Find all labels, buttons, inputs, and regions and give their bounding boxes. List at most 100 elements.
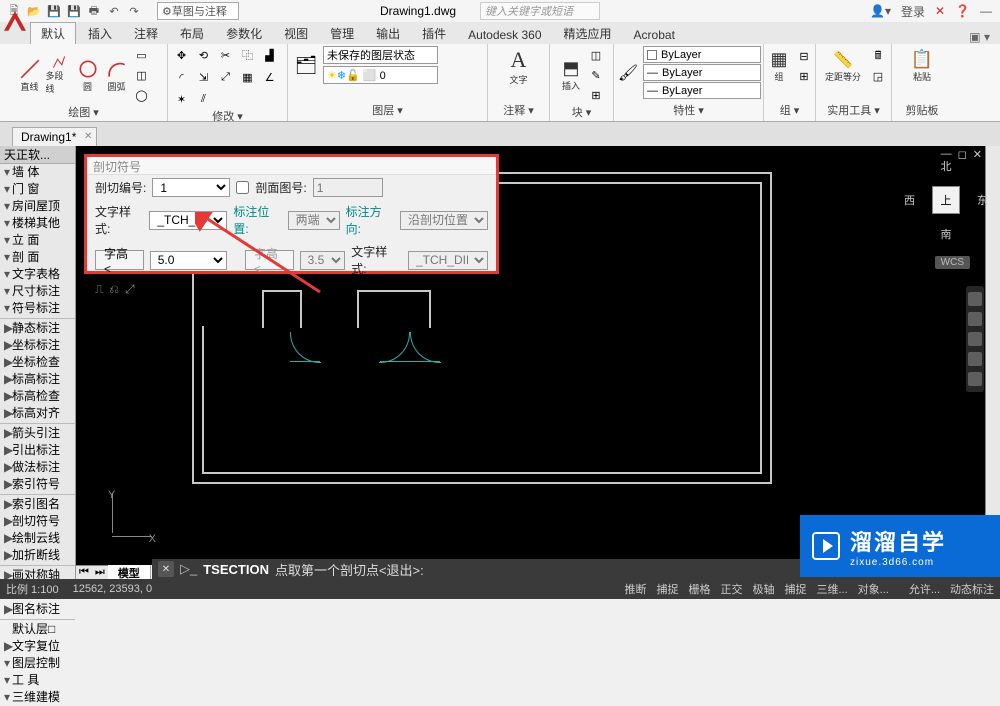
tab-featured[interactable]: 精选应用 (554, 23, 622, 44)
textstyle2-dropdown[interactable]: _TCH_DIM (408, 251, 488, 270)
panel-util-label[interactable]: 实用工具 ▾ (827, 102, 880, 119)
signin-icon[interactable]: 👤▾ (870, 4, 891, 18)
workspace-switcher[interactable]: ⚙ 草图与注释 (157, 2, 239, 20)
viewcube-top-face[interactable]: 上 (932, 186, 960, 214)
erase-icon[interactable]: ∠ (261, 68, 279, 86)
fillet-icon[interactable]: ◜ (173, 68, 191, 86)
tab-manage[interactable]: 管理 (320, 23, 364, 44)
palette-item[interactable]: ▾楼梯其他 (0, 215, 75, 232)
viewcube-west[interactable]: 西 (904, 192, 915, 208)
viewcube-east[interactable]: 东 (977, 192, 988, 208)
height2-button[interactable]: 字高< (245, 250, 294, 270)
matchprop-icon[interactable]: 🖌 (616, 53, 640, 93)
lineweight-dropdown[interactable]: — ByLayer (643, 64, 761, 81)
tab-output[interactable]: 输出 (366, 23, 410, 44)
tab-plugins[interactable]: 插件 (412, 23, 456, 44)
tab-default[interactable]: 默认 (30, 22, 76, 44)
panel-block-label[interactable]: 块 ▾ (572, 104, 592, 121)
circle-button[interactable]: 圆 (75, 55, 101, 95)
panel-draw-label[interactable]: 绘图 ▾ (68, 104, 99, 121)
line-button[interactable]: 直线 (17, 55, 43, 95)
height1-input[interactable]: 5.0 (150, 251, 227, 270)
stretch-icon[interactable]: ⇲ (195, 68, 213, 86)
palette-item[interactable]: ▶坐标标注 (0, 337, 75, 354)
status-toggle[interactable]: 栅格 (688, 581, 710, 597)
explode-icon[interactable]: ✶ (173, 90, 191, 108)
array-icon[interactable]: ▦ (239, 68, 257, 86)
polyline-button[interactable]: 多段线 (46, 55, 72, 95)
palette-item[interactable]: ▶引出标注 (0, 442, 75, 459)
palette-item[interactable]: ▾立 面 (0, 232, 75, 249)
copy-icon[interactable]: ⿻ (239, 46, 257, 64)
signin-label[interactable]: 登录 (901, 3, 925, 20)
panel-props-label[interactable]: 特性 ▾ (673, 102, 704, 119)
cmdline-close-icon[interactable]: ✕ (158, 561, 174, 577)
infocenter-search[interactable]: 键入关键字或短语 (480, 2, 600, 20)
palette-item[interactable]: ▾墙 体 (0, 164, 75, 181)
help-icon[interactable]: ❓ (955, 4, 970, 18)
status-toggle[interactable]: 正交 (720, 581, 742, 597)
nav-zoom-icon[interactable] (968, 332, 982, 346)
palette-item[interactable]: ▾三维建模 (0, 689, 75, 706)
tab-view[interactable]: 视图 (274, 23, 318, 44)
pos-dropdown[interactable]: 两端 (288, 211, 340, 230)
paste-button[interactable]: 📋粘贴 (902, 46, 942, 86)
status-toggle[interactable]: 允许... (909, 581, 940, 597)
palette-item[interactable]: ▶文字复位 (0, 638, 75, 655)
palette-item[interactable]: ▶静态标注 (0, 320, 75, 337)
palette-item[interactable]: ▾工 具 (0, 672, 75, 689)
group-edit-icon[interactable]: ⊞ (795, 67, 813, 85)
status-toggle[interactable]: 极轴 (752, 581, 774, 597)
text-button[interactable]: A文字 (499, 46, 539, 86)
panel-clipboard-label[interactable]: 剪贴板 (906, 102, 939, 119)
palette-item[interactable]: ▾门 窗 (0, 181, 75, 198)
saveas-icon[interactable]: 💾 (66, 3, 82, 19)
linetype-dropdown[interactable]: — ByLayer (643, 82, 761, 99)
plot-icon[interactable]: 🖶 (86, 3, 102, 19)
trim-icon[interactable]: ✂ (217, 46, 235, 64)
panel-modify-label[interactable]: 修改 ▾ (212, 108, 243, 125)
tab-insert[interactable]: 插入 (78, 23, 122, 44)
nav-wheel-icon[interactable] (968, 292, 982, 306)
rect-icon[interactable]: ▭ (133, 46, 151, 64)
tab-acrobat[interactable]: Acrobat (624, 26, 685, 44)
doc-tab[interactable]: Drawing1*✕ (12, 127, 97, 146)
palette-item[interactable]: ▾图层控制 (0, 655, 75, 672)
nav-showmotion-icon[interactable] (968, 372, 982, 386)
height2-input[interactable]: 3.5 (300, 251, 346, 270)
dir-dropdown[interactable]: 沿剖切位置线 (400, 211, 488, 230)
minimize-icon[interactable]: — (980, 4, 992, 18)
arc-button[interactable]: 圆弧 (104, 55, 130, 95)
group-button[interactable]: ▦组 (766, 46, 792, 86)
palette-item[interactable]: ▾房间屋顶 (0, 198, 75, 215)
tab-parametric[interactable]: 参数化 (216, 23, 272, 44)
tab-a360[interactable]: Autodesk 360 (458, 26, 551, 44)
rotate-icon[interactable]: ⟲ (195, 46, 213, 64)
palette-item[interactable]: ▾尺寸标注 (0, 283, 75, 300)
status-toggle[interactable]: 对象... (858, 581, 889, 597)
palette-item[interactable]: ▶图名标注 (0, 601, 75, 618)
edit-block-icon[interactable]: ✎ (587, 66, 605, 84)
palette-item[interactable]: ▶剖切符号 (0, 513, 75, 530)
select-icon[interactable]: ◲ (869, 67, 887, 85)
attr-icon[interactable]: ⊞ (587, 86, 605, 104)
tab-scroll-right-icon[interactable]: ⏭ (92, 566, 108, 579)
status-toggle[interactable]: 动态标注 (950, 581, 994, 597)
nav-pan-icon[interactable] (968, 312, 982, 326)
tab-scroll-left-icon[interactable]: ⏮ (76, 566, 92, 579)
palette-item[interactable]: ▶索引图名 (0, 496, 75, 513)
app-logo-icon[interactable] (3, 2, 27, 42)
palette-item[interactable]: ▾剖 面 (0, 249, 75, 266)
section-draw-checkbox[interactable] (236, 178, 249, 197)
palette-item[interactable]: ▶箭头引注 (0, 425, 75, 442)
palette-item[interactable]: ▶绘制云线 (0, 530, 75, 547)
layer-state-dropdown[interactable]: 未保存的图层状态 (323, 46, 438, 64)
palette-item[interactable]: ▾符号标注 (0, 300, 75, 317)
create-block-icon[interactable]: ◫ (587, 46, 605, 64)
offset-icon[interactable]: ⫽ (195, 90, 213, 108)
viewcube-south[interactable]: 南 (941, 226, 952, 242)
redo-icon[interactable]: ↷ (126, 3, 142, 19)
nav-orbit-icon[interactable] (968, 352, 982, 366)
palette-item[interactable]: 默认层□ (0, 621, 75, 638)
mode-icon-3[interactable]: ⤢ (125, 282, 135, 297)
